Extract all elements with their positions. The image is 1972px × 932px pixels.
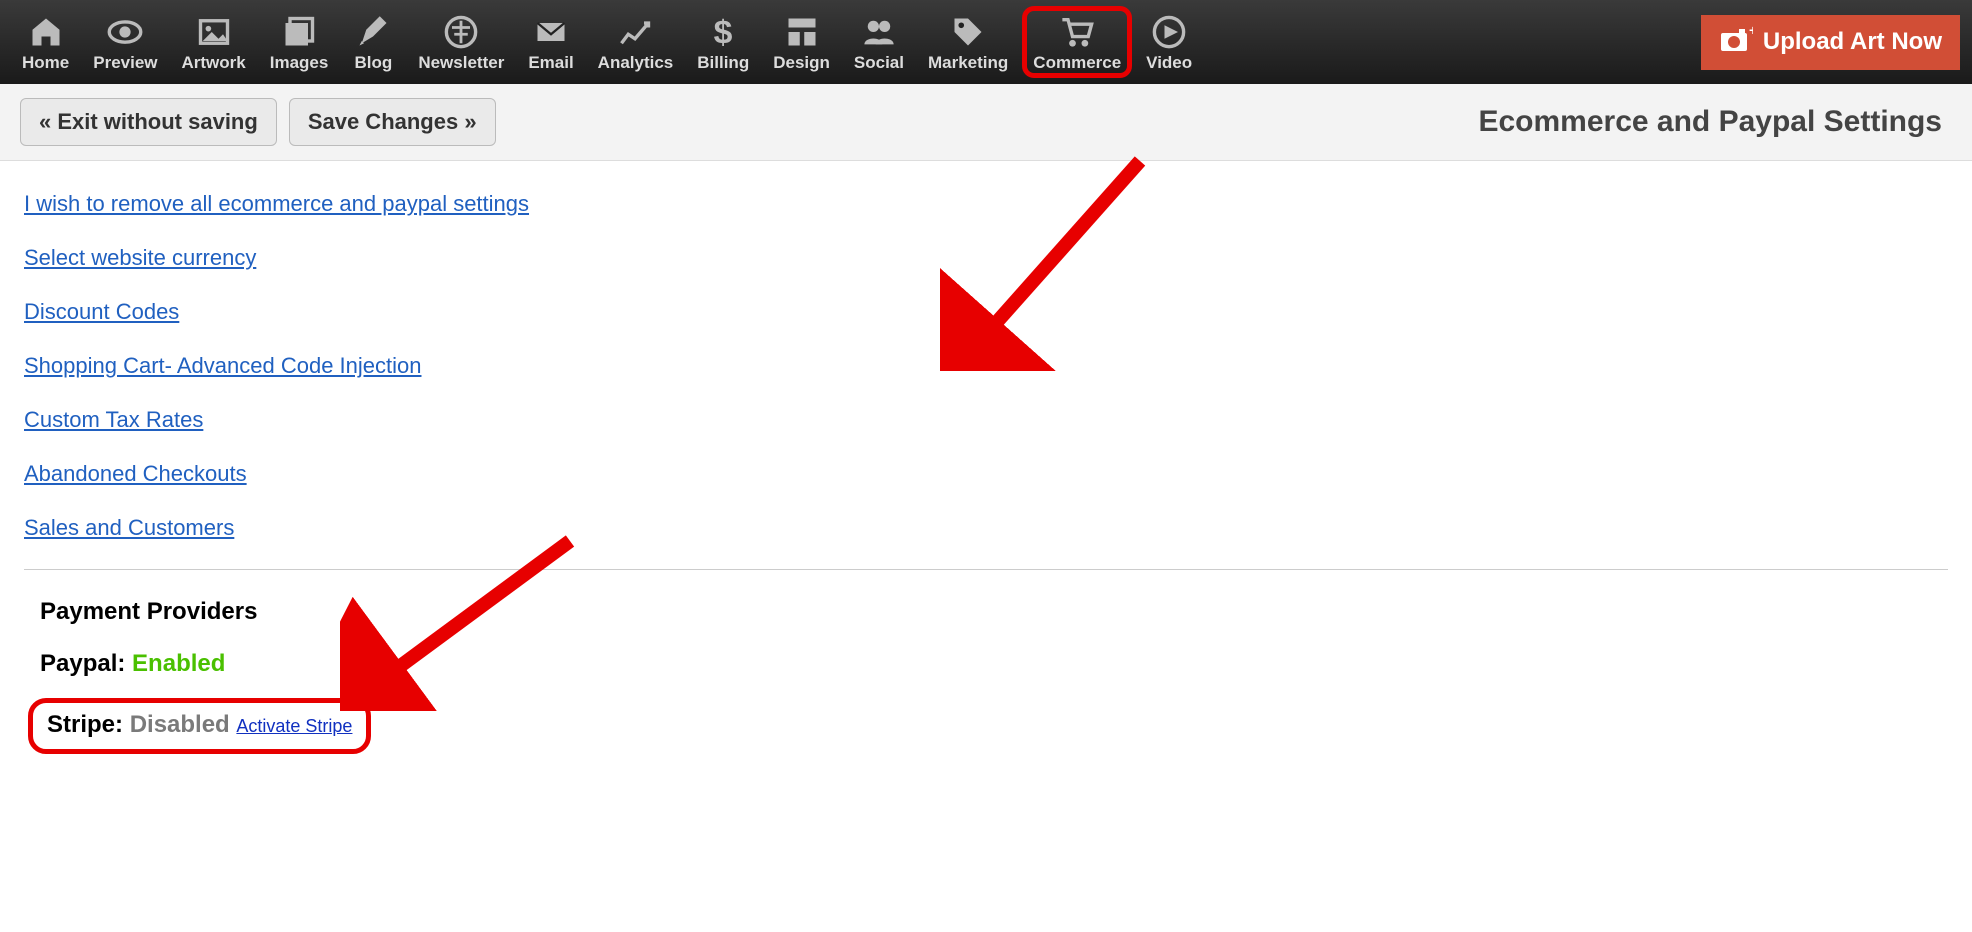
divider (24, 569, 1948, 570)
top-nav: Home Preview Artwork Images Blog Newslet… (0, 0, 1972, 84)
nav-label: Analytics (598, 53, 674, 73)
exit-without-saving-button[interactable]: « Exit without saving (20, 98, 277, 146)
nav-billing[interactable]: Billing (687, 7, 759, 77)
link-select-currency[interactable]: Select website currency (24, 245, 1948, 271)
stripe-status: Disabled (130, 711, 230, 738)
subheader: « Exit without saving Save Changes » Eco… (0, 84, 1972, 161)
paypal-row: Paypal: Enabled (40, 650, 1948, 678)
cart-icon (1056, 11, 1098, 53)
paypal-status: Enabled (132, 650, 225, 677)
nav-label: Home (22, 53, 69, 73)
nav-label: Commerce (1033, 53, 1121, 73)
nav-label: Blog (354, 53, 392, 73)
nav-label: Images (270, 53, 329, 73)
picture-icon (193, 11, 235, 53)
link-cart-code-injection[interactable]: Shopping Cart- Advanced Code Injection (24, 353, 1948, 379)
main-content: I wish to remove all ecommerce and paypa… (0, 161, 1972, 784)
dragonfly-icon (440, 11, 482, 53)
paypal-label: Paypal: (40, 650, 125, 677)
nav-label: Newsletter (418, 53, 504, 73)
nav-home[interactable]: Home (12, 7, 79, 77)
tags-icon (947, 11, 989, 53)
layout-icon (781, 11, 823, 53)
link-abandoned-checkouts[interactable]: Abandoned Checkouts (24, 461, 1948, 487)
settings-link-list: I wish to remove all ecommerce and paypa… (24, 191, 1948, 541)
images-icon (278, 11, 320, 53)
nav-preview[interactable]: Preview (83, 7, 167, 77)
upload-label: Upload Art Now (1763, 28, 1942, 56)
nav-label: Artwork (182, 53, 246, 73)
nav-newsletter[interactable]: Newsletter (408, 7, 514, 77)
home-icon (25, 11, 67, 53)
upload-art-button[interactable]: Upload Art Now (1701, 15, 1960, 70)
nav-email[interactable]: Email (518, 7, 583, 77)
stripe-row-highlight: Stripe: Disabled Activate Stripe (28, 698, 371, 754)
nav-analytics[interactable]: Analytics (588, 7, 684, 77)
camera-icon (1719, 25, 1753, 60)
envelope-icon (530, 11, 572, 53)
nav-commerce[interactable]: Commerce (1022, 6, 1132, 78)
nav-artwork[interactable]: Artwork (172, 7, 256, 77)
nav-marketing[interactable]: Marketing (918, 7, 1018, 77)
link-sales-customers[interactable]: Sales and Customers (24, 515, 1948, 541)
stripe-label: Stripe: (47, 711, 123, 738)
nav-label: Billing (697, 53, 749, 73)
play-icon (1148, 11, 1190, 53)
eye-icon (104, 11, 146, 53)
payment-providers-heading: Payment Providers (40, 598, 1948, 626)
pen-icon (352, 11, 394, 53)
link-custom-tax-rates[interactable]: Custom Tax Rates (24, 407, 1948, 433)
nav-label: Social (854, 53, 904, 73)
nav-label: Preview (93, 53, 157, 73)
people-icon (858, 11, 900, 53)
nav-design[interactable]: Design (763, 7, 840, 77)
activate-stripe-link[interactable]: Activate Stripe (236, 716, 352, 736)
link-discount-codes[interactable]: Discount Codes (24, 299, 1948, 325)
nav-label: Video (1146, 53, 1192, 73)
nav-images[interactable]: Images (260, 7, 339, 77)
nav-label: Email (528, 53, 573, 73)
chart-icon (614, 11, 656, 53)
dollar-icon (702, 11, 744, 53)
nav-label: Design (773, 53, 830, 73)
page-title: Ecommerce and Paypal Settings (1478, 105, 1952, 139)
nav-blog[interactable]: Blog (342, 7, 404, 77)
save-changes-button[interactable]: Save Changes » (289, 98, 496, 146)
nav-video[interactable]: Video (1136, 7, 1202, 77)
nav-label: Marketing (928, 53, 1008, 73)
link-remove-ecommerce[interactable]: I wish to remove all ecommerce and paypa… (24, 191, 1948, 217)
nav-social[interactable]: Social (844, 7, 914, 77)
